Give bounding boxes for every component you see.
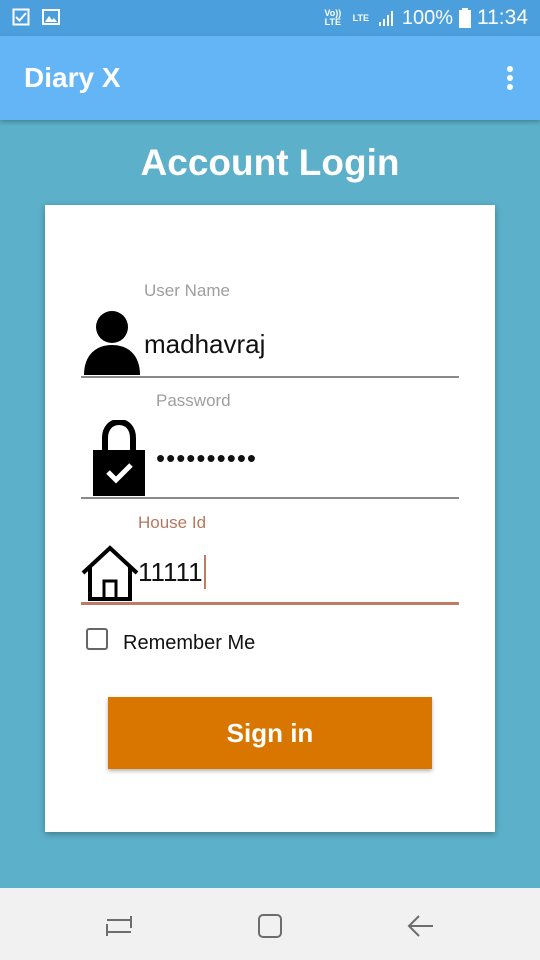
house-id-input[interactable]: 11111 xyxy=(138,555,206,590)
clock: 11:34 xyxy=(477,6,528,29)
house-id-value: 11111 xyxy=(138,557,203,587)
username-label: User Name xyxy=(144,281,230,300)
password-input[interactable]: •••••••••• xyxy=(156,443,257,474)
image-notification-icon xyxy=(42,9,60,25)
house-id-underline xyxy=(81,602,459,605)
password-underline xyxy=(81,497,459,499)
recents-icon[interactable] xyxy=(103,910,135,942)
status-bar: Vo)) LTE LTE 100% 11:34 xyxy=(0,0,540,36)
login-card: User Name madhavraj Password •••••••••• … xyxy=(45,205,495,832)
house-icon xyxy=(81,545,139,601)
signal-icon xyxy=(378,11,393,26)
volte-indicator: Vo)) LTE xyxy=(324,8,342,27)
username-underline xyxy=(81,376,459,378)
back-icon[interactable] xyxy=(405,910,437,942)
battery-icon xyxy=(459,8,471,28)
username-input[interactable]: madhavraj xyxy=(144,329,265,360)
sign-in-button[interactable]: Sign in xyxy=(108,697,432,769)
remember-me-checkbox[interactable] xyxy=(86,628,108,650)
overflow-menu-icon[interactable] xyxy=(506,66,514,92)
app-bar: Diary X xyxy=(0,36,540,120)
house-id-label: House Id xyxy=(138,513,207,532)
navigation-bar xyxy=(0,888,540,960)
password-label: Password xyxy=(156,391,231,410)
home-icon[interactable] xyxy=(254,910,286,942)
battery-percent: 100% xyxy=(401,6,453,29)
page-title: Account Login xyxy=(140,142,400,183)
checkbox-notification-icon xyxy=(12,8,30,26)
text-cursor xyxy=(203,555,206,590)
person-icon xyxy=(84,311,140,375)
lock-icon xyxy=(93,420,145,496)
app-title: Diary X xyxy=(24,62,121,93)
remember-me-label[interactable]: Remember Me xyxy=(123,632,255,655)
lte-indicator: LTE xyxy=(352,12,370,23)
